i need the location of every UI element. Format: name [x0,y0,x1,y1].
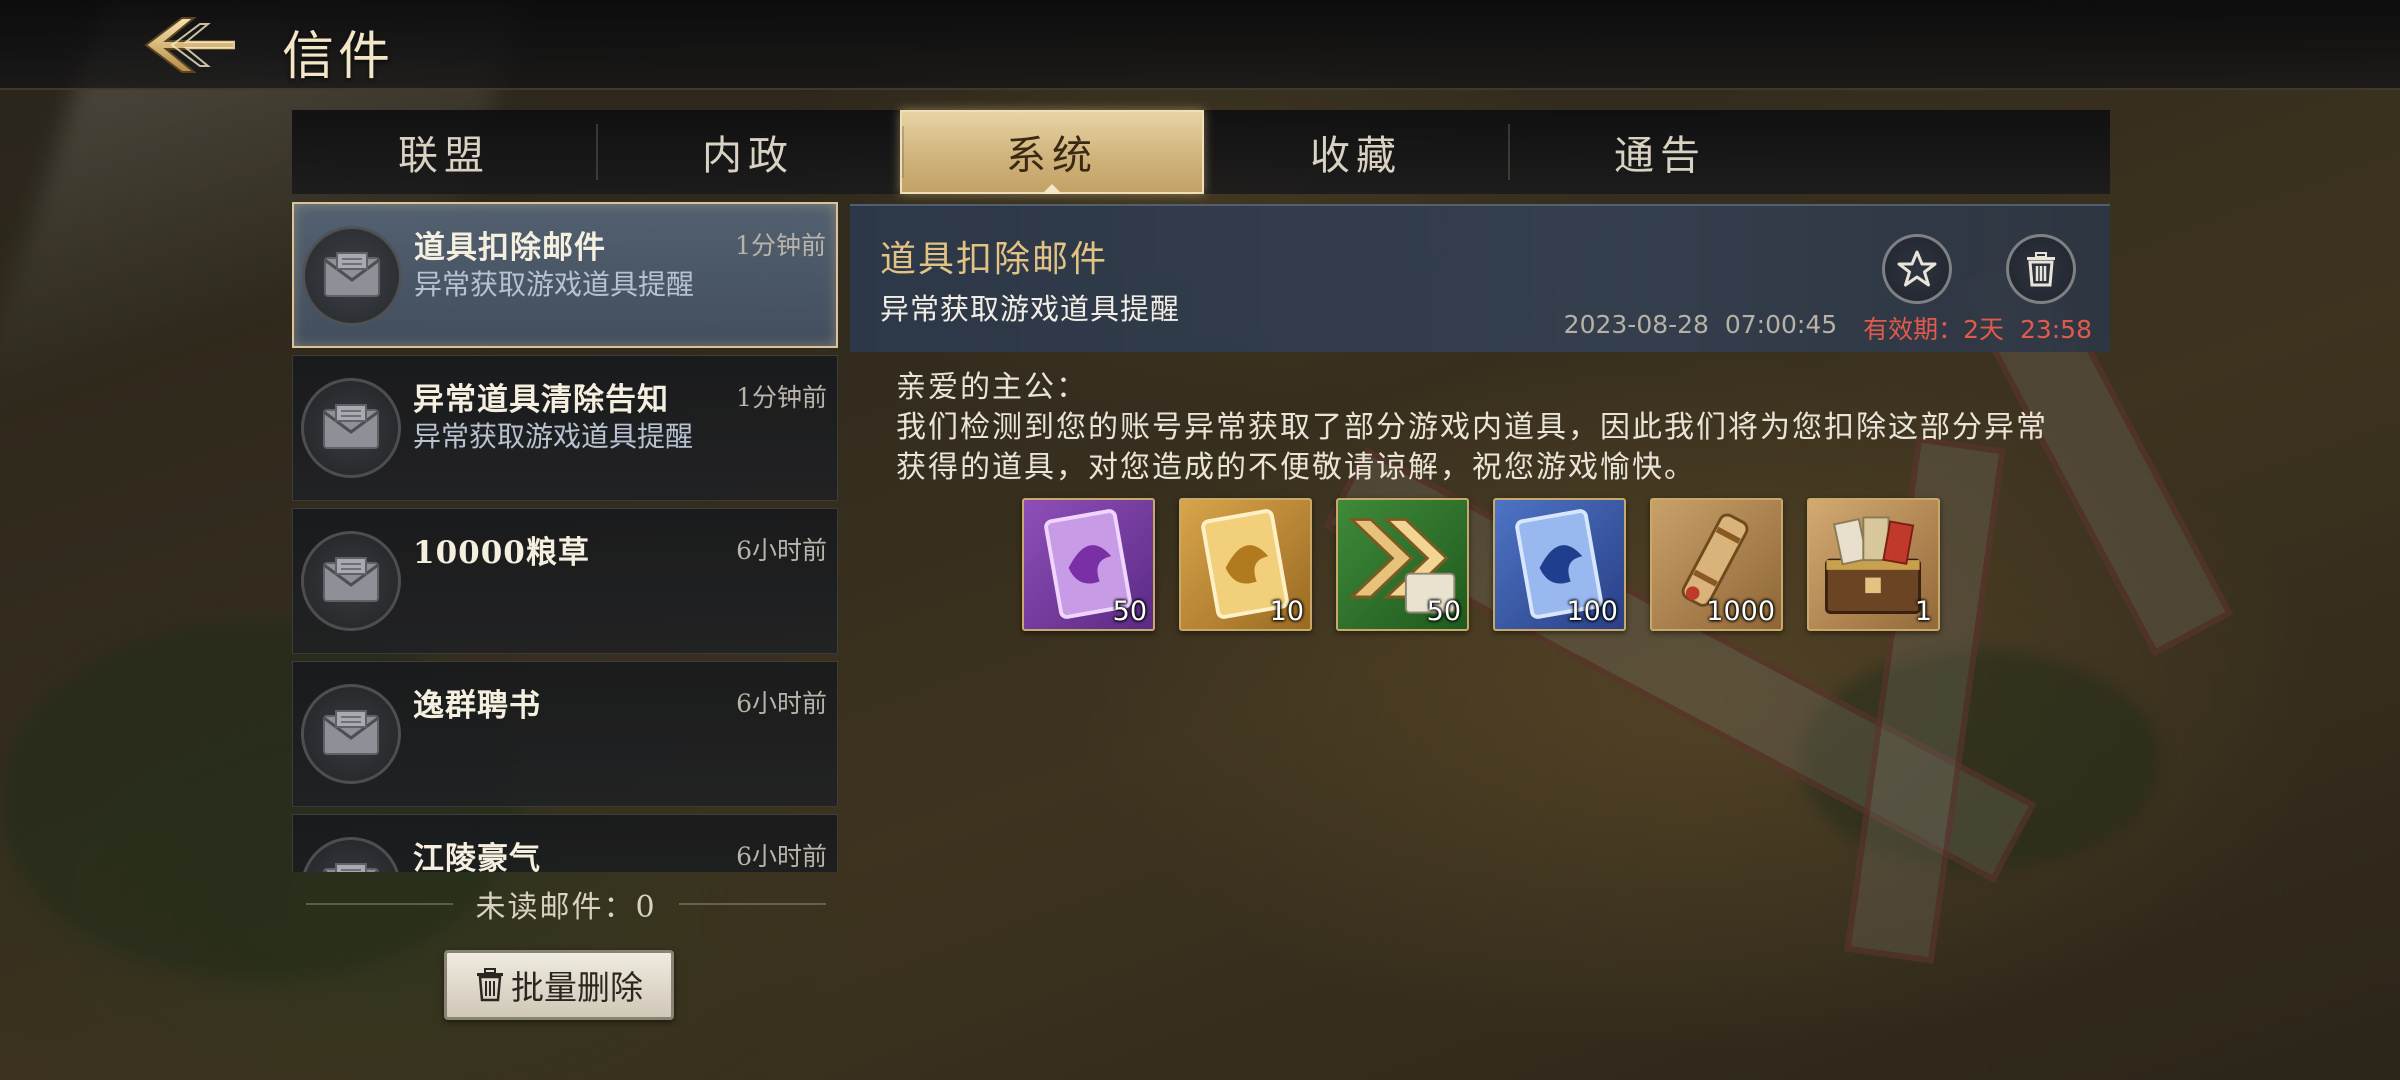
mail-content: 我们检测到您的账号异常获取了部分游戏内道具，因此我们将为您扣除这部分异常获得的道… [896,410,2048,485]
item-list: 50 10 50 100 1000 1 [1022,498,1940,632]
purple-card-icon[interactable]: 50 [1022,498,1155,631]
item-count: 100 [1566,596,1618,627]
telescope-icon[interactable]: 1000 [1650,498,1783,631]
envelope-icon [301,378,401,478]
mail-subtitle: 异常获取游戏道具提醒 [414,268,695,301]
gold-card-icon[interactable]: 10 [1179,498,1312,631]
mail-list-item[interactable]: 江陵豪气 6小时前 [292,814,838,872]
tab-domestic[interactable]: 内政 [596,110,900,194]
mail-time: 1分钟前 [736,383,827,412]
item-count: 1 [1914,596,1932,627]
green-arrow-scroll-icon[interactable]: 50 [1336,498,1469,631]
trash-icon [477,968,503,1002]
mail-detail-header: 道具扣除邮件 异常获取游戏道具提醒 2023-08-28 07:00:45 有效… [850,204,2110,352]
mail-subtitle: 异常获取游戏道具提醒 [413,420,694,453]
top-bar: 信件 [0,0,2400,90]
back-button[interactable] [140,12,240,78]
divider [306,903,454,905]
blue-card-icon[interactable]: 100 [1493,498,1626,631]
unread-count: 未读邮件：0 [475,890,657,925]
favorite-button[interactable] [1882,234,1952,304]
mail-title: 道具扣除邮件 [414,230,606,266]
mail-greeting: 亲爱的主公： [896,370,1088,405]
detail-meta: 2023-08-28 07:00:45 有效期：2天 23:58 [1564,310,2092,346]
mail-time: 6小时前 [736,536,827,565]
envelope-icon [301,837,401,872]
mail-time: 6小时前 [736,689,827,718]
mail-title: 逸群聘书 [413,688,541,724]
mail-body: 亲爱的主公： 我们检测到您的账号异常获取了部分游戏内道具，因此我们将为您扣除这部… [896,368,2076,488]
envelope-icon [301,531,401,631]
mail-title: 10000粮草 [413,535,590,571]
batch-delete-button[interactable]: 批量删除 [444,950,674,1020]
item-count: 50 [1426,596,1461,627]
mail-expiry: 有效期：2天 23:58 [1863,315,2092,344]
trash-icon [2027,252,2055,287]
treasure-chest-icon[interactable]: 1 [1807,498,1940,631]
unread-count-row: 未读邮件：0 [306,884,826,925]
mail-time: 1分钟前 [735,231,826,260]
delete-button[interactable] [2006,234,2076,304]
mail-datetime: 2023-08-28 07:00:45 [1563,310,1838,339]
mail-list-item[interactable]: 10000粮草 6小时前 [292,508,838,654]
mail-title: 异常道具清除告知 [413,382,669,418]
envelope-icon [302,226,402,326]
star-icon [1897,250,1937,287]
detail-title: 道具扣除邮件 [880,239,1109,280]
back-arrow-icon [144,17,235,73]
detail-subtitle: 异常获取游戏道具提醒 [880,292,1181,326]
tab-favorites[interactable]: 收藏 [1204,110,1508,194]
item-count: 50 [1112,596,1147,627]
envelope-icon [301,684,401,784]
mail-list-item[interactable]: 道具扣除邮件 1分钟前 异常获取游戏道具提醒 [292,202,838,348]
tab-system[interactable]: 系统 [900,110,1204,194]
divider [678,903,826,905]
mail-time: 6小时前 [736,842,827,871]
mail-title: 江陵豪气 [413,841,541,872]
mail-category-tabs: 联盟 内政 系统 收藏 通告 [292,110,2110,194]
mail-list-item[interactable]: 逸群聘书 6小时前 [292,661,838,807]
mail-list[interactable]: 道具扣除邮件 1分钟前 异常获取游戏道具提醒 异常道具清除告知 1分钟前 异常获… [292,202,838,872]
tab-announcements[interactable]: 通告 [1508,110,1812,194]
item-count: 1000 [1706,596,1775,627]
page-title: 信件 [282,27,395,87]
item-count: 10 [1269,596,1304,627]
tab-alliance[interactable]: 联盟 [292,110,596,194]
mail-list-item[interactable]: 异常道具清除告知 1分钟前 异常获取游戏道具提醒 [292,355,838,501]
batch-delete-label: 批量删除 [511,968,643,1007]
